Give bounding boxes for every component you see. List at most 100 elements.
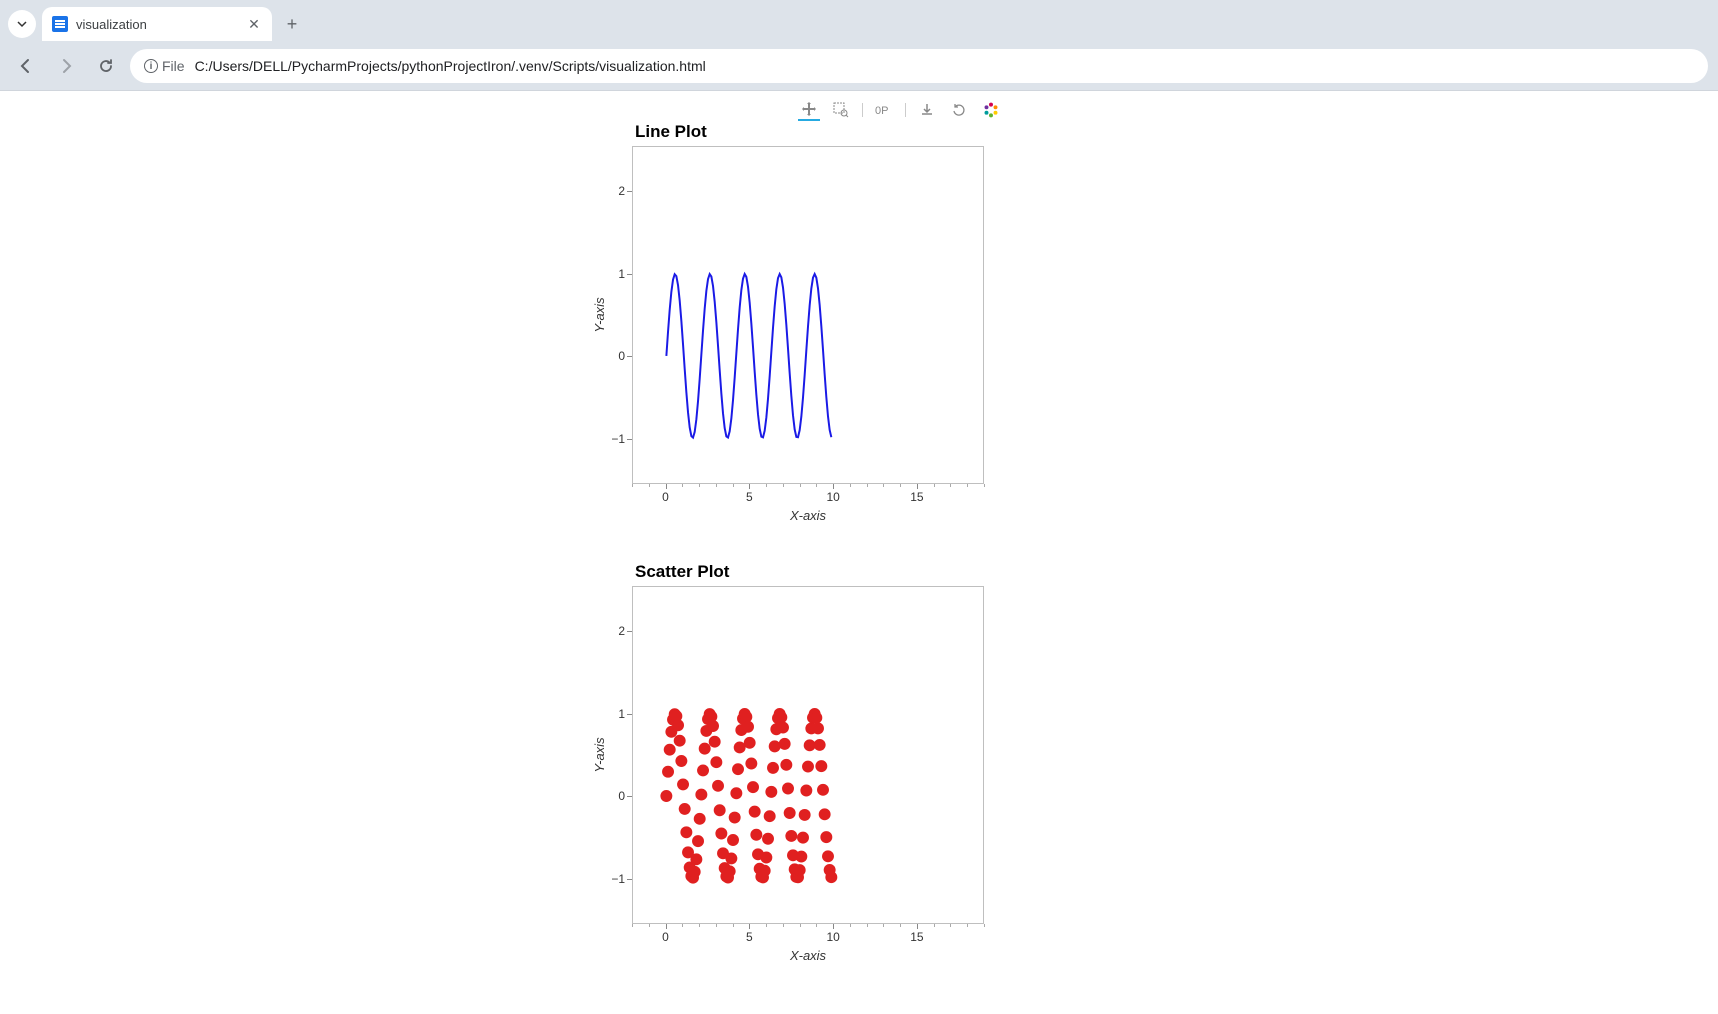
scatter-point <box>769 740 781 752</box>
scatter-point <box>709 736 721 748</box>
tab-close-icon[interactable]: ✕ <box>246 16 262 32</box>
y-tick-label: 0 <box>618 789 625 803</box>
y-axis-label: Y-axis <box>592 737 607 772</box>
scatter-point <box>747 781 759 793</box>
info-icon: i <box>144 59 158 73</box>
tab-search-button[interactable] <box>8 10 36 38</box>
scatter-point <box>664 744 676 756</box>
tab-title: visualization <box>76 17 238 32</box>
plot-frame[interactable]: −1012051015Y-axisX-axis <box>580 586 985 976</box>
scatter-point <box>745 758 757 770</box>
scatter-point <box>679 803 691 815</box>
scatter-point <box>814 739 826 751</box>
scatter-point <box>800 785 812 797</box>
x-tick-label: 10 <box>826 490 839 504</box>
scatter-point <box>767 762 779 774</box>
scatter-point <box>750 829 762 841</box>
scatter-point <box>820 831 832 843</box>
toolbar-separator <box>905 103 906 117</box>
y-tick-label: 1 <box>618 267 625 281</box>
y-tick-label: 2 <box>618 184 625 198</box>
reset-tool[interactable] <box>948 99 970 121</box>
bokeh-logo[interactable] <box>980 99 1002 121</box>
scatter-point <box>662 766 674 778</box>
line-plot: Line Plot−1012051015Y-axisX-axis <box>580 122 995 536</box>
plot-frame[interactable]: −1012051015Y-axisX-axis <box>580 146 985 536</box>
plot-title: Scatter Plot <box>580 562 995 582</box>
scatter-point <box>795 851 807 863</box>
scatter-point <box>690 853 702 865</box>
wheel-zoom-tool[interactable]: 0P <box>873 99 895 121</box>
scatter-point <box>660 790 672 802</box>
scatter-point <box>710 756 722 768</box>
x-tick-label: 0 <box>662 930 669 944</box>
save-tool[interactable] <box>916 99 938 121</box>
plot-area[interactable] <box>632 146 984 484</box>
x-tick-label: 5 <box>746 930 753 944</box>
scatter-point <box>727 834 739 846</box>
scatter-point <box>817 784 829 796</box>
y-tick-label: −1 <box>611 432 625 446</box>
scatter-point <box>742 721 754 733</box>
scatter-point <box>779 738 791 750</box>
x-tick-label: 15 <box>910 930 923 944</box>
scatter-point <box>724 865 736 877</box>
pan-tool[interactable] <box>798 99 820 121</box>
x-axis-label: X-axis <box>632 508 984 523</box>
browser-tab[interactable]: visualization ✕ <box>42 7 272 41</box>
scatter-point <box>729 812 741 824</box>
scatter-point <box>777 722 789 734</box>
plot-column: 0P Line Plot−1012051015Y-axisX-a <box>580 96 995 976</box>
scatter-point <box>794 864 806 876</box>
address-bar[interactable]: i File C:/Users/DELL/PycharmProjects/pyt… <box>130 49 1708 83</box>
tab-favicon <box>52 16 68 32</box>
y-tick-label: −1 <box>611 872 625 886</box>
x-tick-label: 15 <box>910 490 923 504</box>
x-tick-label: 5 <box>746 490 753 504</box>
browser-toolbar: i File C:/Users/DELL/PycharmProjects/pyt… <box>0 42 1718 90</box>
scatter-point <box>780 759 792 771</box>
y-tick-label: 0 <box>618 349 625 363</box>
box-zoom-tool[interactable] <box>830 99 852 121</box>
scatter-point <box>712 780 724 792</box>
scatter-point <box>732 763 744 775</box>
scatter-point <box>762 833 774 845</box>
new-tab-button[interactable]: + <box>278 10 306 38</box>
scatter-plot: Scatter Plot−1012051015Y-axisX-axis <box>580 562 995 976</box>
scatter-point <box>677 778 689 790</box>
scatter-point <box>815 760 827 772</box>
scatter-point <box>760 852 772 864</box>
scatter-point <box>674 735 686 747</box>
x-axis-label: X-axis <box>632 948 984 963</box>
scatter-point <box>802 761 814 773</box>
scatter-point <box>775 711 787 723</box>
scatter-point <box>782 783 794 795</box>
scatter-point <box>697 764 709 776</box>
file-label: File <box>162 58 185 74</box>
reload-button[interactable] <box>90 50 122 82</box>
scatter-point <box>765 786 777 798</box>
scatter-point <box>797 832 809 844</box>
scatter-point <box>749 806 761 818</box>
x-tick-label: 10 <box>826 930 839 944</box>
x-tick-label: 0 <box>662 490 669 504</box>
line-series <box>666 274 831 438</box>
scatter-point <box>744 737 756 749</box>
svg-text:0P: 0P <box>875 105 888 117</box>
url-text: C:/Users/DELL/PycharmProjects/pythonProj… <box>195 58 706 74</box>
scatter-point <box>695 789 707 801</box>
bokeh-toolbar: 0P <box>798 96 1002 124</box>
scatter-point <box>822 850 834 862</box>
scatter-point <box>714 804 726 816</box>
plot-area[interactable] <box>632 586 984 924</box>
scatter-point <box>675 755 687 767</box>
scatter-point <box>725 852 737 864</box>
forward-button[interactable] <box>50 50 82 82</box>
y-tick-label: 2 <box>618 624 625 638</box>
scatter-point <box>707 720 719 732</box>
scatter-point <box>672 719 684 731</box>
toolbar-separator <box>862 103 863 117</box>
file-badge: i File <box>144 58 185 74</box>
back-button[interactable] <box>10 50 42 82</box>
scatter-point <box>694 813 706 825</box>
